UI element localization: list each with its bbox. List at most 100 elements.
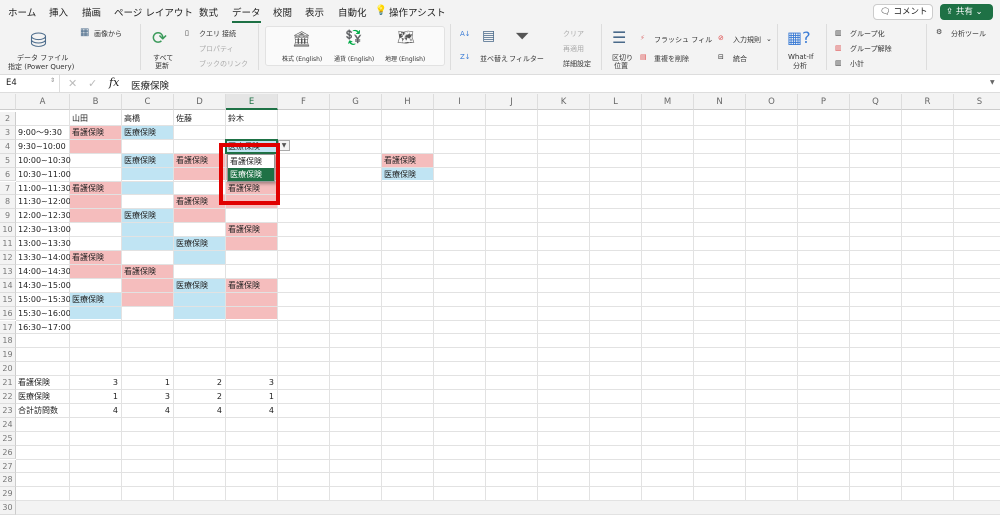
cell-B2[interactable]: 山田 [70,112,121,125]
row-header-25[interactable]: 25 [0,431,16,446]
flash-fill-button[interactable]: フラッシュ フィル [654,35,712,45]
cell-C22[interactable]: 3 [122,390,173,403]
cell-D12[interactable] [174,251,225,264]
cell-B22[interactable]: 1 [70,390,121,403]
cell-E11[interactable] [226,237,277,250]
currencies-button[interactable]: 通貨 (English) [334,54,374,63]
cell-E15[interactable] [226,292,277,306]
reapply-button[interactable]: 再適用 [563,44,584,54]
subtotal-button[interactable]: 小計 [850,59,864,69]
tab-data[interactable]: データ [232,5,261,23]
formula-input[interactable]: 医療保険 [131,78,169,92]
column-header-A[interactable]: A [16,94,70,110]
cell-C9[interactable]: 医療保険 [122,209,173,223]
worksheet-grid[interactable]: A B C D E F G H I J K L M N O P Q R S 2 3 4 5 6 7 8 9 10 11 12 13 14 15 1… [0,94,1000,515]
cell-E21[interactable]: 3 [226,376,277,389]
cell-B16[interactable] [70,306,121,320]
cell-C6[interactable] [122,167,173,181]
share-button[interactable]: ⇪ 共有 ⌄ [940,4,993,20]
cell-D22[interactable]: 2 [174,390,225,403]
column-header-O[interactable]: O [746,94,798,110]
column-header-N[interactable]: N [694,94,746,110]
row-header-17[interactable]: 17 [0,320,16,335]
name-box[interactable]: E4 ⇕ [0,75,60,92]
stocks-button[interactable]: 株式 (English) [282,54,322,63]
row-header-20[interactable]: 20 [0,362,16,377]
tab-page-layout[interactable]: ページ レイアウト [114,5,193,19]
cell-C3[interactable]: 医療保険 [122,125,173,139]
cell-A9[interactable]: 12:00~12:30 [16,209,71,222]
properties-button[interactable]: プロパティ [199,44,234,54]
row-header-29[interactable]: 29 [0,487,16,502]
column-header-D[interactable]: D [174,94,226,110]
cell-A13[interactable]: 14:00~14:30 [16,265,71,278]
row-header-14[interactable]: 14 [0,278,16,293]
column-header-L[interactable]: L [590,94,642,110]
cell-A12[interactable]: 13:30~14:00 [16,251,71,264]
cell-H5[interactable]: 看護保険 [382,153,433,167]
cell-C5[interactable]: 医療保険 [122,153,173,167]
cell-A3[interactable]: 9:00～9:30 [16,126,69,139]
row-header-28[interactable]: 28 [0,473,16,488]
cell-A21[interactable]: 看護保険 [16,376,69,389]
cell-D21[interactable]: 2 [174,376,225,389]
filter-button[interactable]: フィルター [509,54,544,64]
cell-A8[interactable]: 11:30~12:00 [16,195,71,208]
cell-A22[interactable]: 医療保険 [16,390,69,403]
cell-B21[interactable]: 3 [70,376,121,389]
cell-B15[interactable]: 医療保険 [70,292,121,306]
tab-formulas[interactable]: 数式 [199,5,218,19]
sort-button[interactable]: 並べ替え [480,54,508,64]
clear-button[interactable]: クリア [563,29,584,39]
cell-B4[interactable] [70,139,121,153]
tab-automate[interactable]: 自動化 [338,5,367,19]
row-header-22[interactable]: 22 [0,390,16,404]
cell-C10[interactable] [122,223,173,237]
sort-desc-icon[interactable]: Z↓ [460,53,471,61]
cell-C11[interactable] [122,237,173,250]
row-header-21[interactable]: 21 [0,376,16,390]
cell-D14[interactable]: 医療保険 [174,278,225,292]
cell-A23[interactable]: 合計訪問数 [16,404,69,417]
row-header-12[interactable]: 12 [0,251,16,265]
row-header-19[interactable]: 19 [0,348,16,363]
cell-E14[interactable]: 看護保険 [226,278,277,292]
row-header-15[interactable]: 15 [0,292,16,307]
cell-C7[interactable] [122,181,173,195]
cell-D6[interactable] [174,167,225,181]
row-header-30[interactable]: 30 [0,501,16,515]
row-header-6[interactable]: 6 [0,167,16,182]
cell-B12[interactable]: 看護保険 [70,251,121,264]
cell-A7[interactable]: 11:00~11:30 [16,182,71,195]
row-header-7[interactable]: 7 [0,181,16,196]
row-header-24[interactable]: 24 [0,417,16,432]
cell-B8[interactable] [70,195,121,209]
cell-A15[interactable]: 15:00~15:30 [16,293,71,306]
connections-button[interactable]: 接続 [222,29,236,39]
insert-function-icon[interactable]: fx [109,76,119,89]
cell-C2[interactable]: 高橋 [122,112,173,125]
row-header-8[interactable]: 8 [0,195,16,210]
cell-C15[interactable] [122,292,173,306]
ungroup-button[interactable]: グループ解除 [850,44,892,54]
column-header-P[interactable]: P [798,94,850,110]
analysis-tools-button[interactable]: 分析ツール [951,29,986,39]
row-header-10[interactable]: 10 [0,223,16,238]
advanced-button[interactable]: 詳細設定 [563,59,591,69]
column-header-B[interactable]: B [70,94,122,110]
column-header-G[interactable]: G [330,94,382,110]
select-all-corner[interactable] [0,94,16,110]
queries-button[interactable]: クエリ [199,29,220,39]
cell-A17[interactable]: 16:30~17:00 [16,321,71,334]
tab-tell-me[interactable]: 操作アシスト [389,5,446,19]
from-picture-button[interactable]: 画像から [94,29,122,39]
cell-C14[interactable] [122,278,173,292]
group-button[interactable]: グループ化 [850,29,885,39]
cell-C23[interactable]: 4 [122,404,173,417]
column-header-S[interactable]: S [954,94,1000,110]
cell-A11[interactable]: 13:00~13:30 [16,237,71,250]
cell-B23[interactable]: 4 [70,404,121,417]
row-header-9[interactable]: 9 [0,209,16,224]
row-header-2[interactable]: 2 [0,112,16,126]
column-header-E[interactable]: E [226,94,278,110]
